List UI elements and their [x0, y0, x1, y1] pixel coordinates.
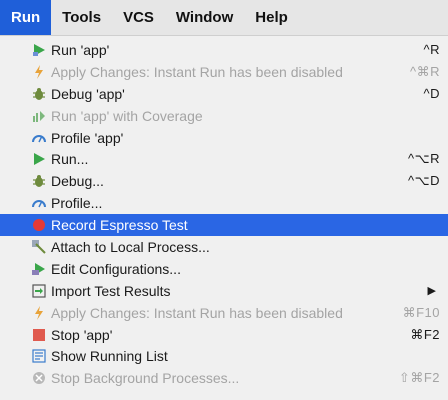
stop-icon [32, 328, 46, 342]
run-icon [32, 152, 46, 166]
menu-run[interactable]: Run [0, 0, 52, 35]
menu-help[interactable]: Help [244, 0, 299, 35]
stop-background-icon [32, 371, 46, 385]
menu-item-label: Run... [51, 151, 89, 168]
profile-icon [32, 196, 46, 210]
menu-item-shortcut: ⌘F10 [402, 304, 440, 320]
lightning-icon [32, 305, 46, 320]
menu-item-label: Stop 'app' [51, 326, 113, 343]
list-icon [32, 349, 46, 364]
menu-item-label: Run 'app' [51, 41, 110, 58]
menu-item-record-espresso-test[interactable]: Record Espresso Test [0, 214, 448, 237]
menu-item-attach-process[interactable]: Attach to Local Process... [0, 236, 448, 258]
menu-item-shortcut: ⌘F2 [410, 326, 440, 342]
menu-item-label: Stop Background Processes... [51, 370, 240, 387]
menu-item-shortcut: ^⌥D [408, 173, 440, 189]
menu-vcs[interactable]: VCS [112, 0, 165, 35]
coverage-icon [32, 109, 46, 123]
menu-item-profile[interactable]: Profile... [0, 192, 448, 214]
menu-item-profile-app[interactable]: Profile 'app' [0, 127, 448, 149]
submenu-arrow-icon: ▶ [427, 285, 436, 298]
menu-item-import-test-results[interactable]: Import Test Results ▶ [0, 280, 448, 302]
menu-tools[interactable]: Tools [51, 0, 112, 35]
menu-bar: Run Tools VCS Window Help [0, 0, 448, 36]
menu-item-label: Run 'app' with Coverage [51, 107, 203, 124]
menu-window[interactable]: Window [165, 0, 244, 35]
menu-item-debug-app[interactable]: Debug 'app' ^D [0, 83, 448, 105]
menu-item-label: Profile... [51, 195, 103, 212]
menu-item-stop-background[interactable]: Stop Background Processes... ⇧⌘F2 [0, 367, 448, 389]
menu-item-label: Apply Changes: Instant Run has been disa… [51, 63, 343, 80]
import-icon [32, 284, 46, 298]
menu-item-label: Record Espresso Test [51, 217, 188, 234]
menu-item-apply-changes[interactable]: Apply Changes: Instant Run has been disa… [0, 61, 448, 83]
menu-item-label: Debug 'app' [51, 85, 125, 102]
attach-icon [32, 239, 46, 254]
menu-item-shortcut: ^⌥R [408, 151, 440, 167]
profile-icon [32, 131, 46, 145]
menu-item-run-app[interactable]: Run 'app' ^R [0, 39, 448, 61]
menu-item-apply-changes-2[interactable]: Apply Changes: Instant Run has been disa… [0, 302, 448, 324]
run-menu-dropdown: Run 'app' ^R Apply Changes: Instant Run … [0, 36, 448, 400]
menu-item-label: Attach to Local Process... [51, 238, 210, 255]
bug-icon [32, 87, 46, 101]
menu-item-label: Show Running List [51, 348, 168, 365]
menu-item-label: Edit Configurations... [51, 260, 181, 277]
menu-item-run-coverage[interactable]: Run 'app' with Coverage [0, 105, 448, 127]
menu-item-debug[interactable]: Debug... ^⌥D [0, 170, 448, 192]
menu-item-shortcut: ⇧⌘F2 [398, 370, 440, 386]
lightning-icon [32, 64, 46, 79]
menu-item-run[interactable]: Run... ^⌥R [0, 148, 448, 170]
run-app-icon [32, 43, 46, 57]
menu-item-shortcut: ^R [423, 42, 440, 58]
edit-config-icon [32, 262, 46, 276]
menu-item-stop-app[interactable]: Stop 'app' ⌘F2 [0, 324, 448, 346]
menu-item-shortcut: ^⌘R [410, 63, 440, 79]
menu-item-show-running-list[interactable]: Show Running List [0, 345, 448, 367]
menu-item-label: Import Test Results [51, 282, 171, 299]
menu-item-label: Debug... [51, 173, 104, 190]
menu-item-label: Apply Changes: Instant Run has been disa… [51, 304, 343, 321]
bug-icon [32, 174, 46, 188]
menu-item-edit-configurations[interactable]: Edit Configurations... [0, 258, 448, 280]
record-icon [32, 218, 46, 232]
menu-item-shortcut: ^D [423, 86, 440, 102]
menu-item-label: Profile 'app' [51, 129, 124, 146]
